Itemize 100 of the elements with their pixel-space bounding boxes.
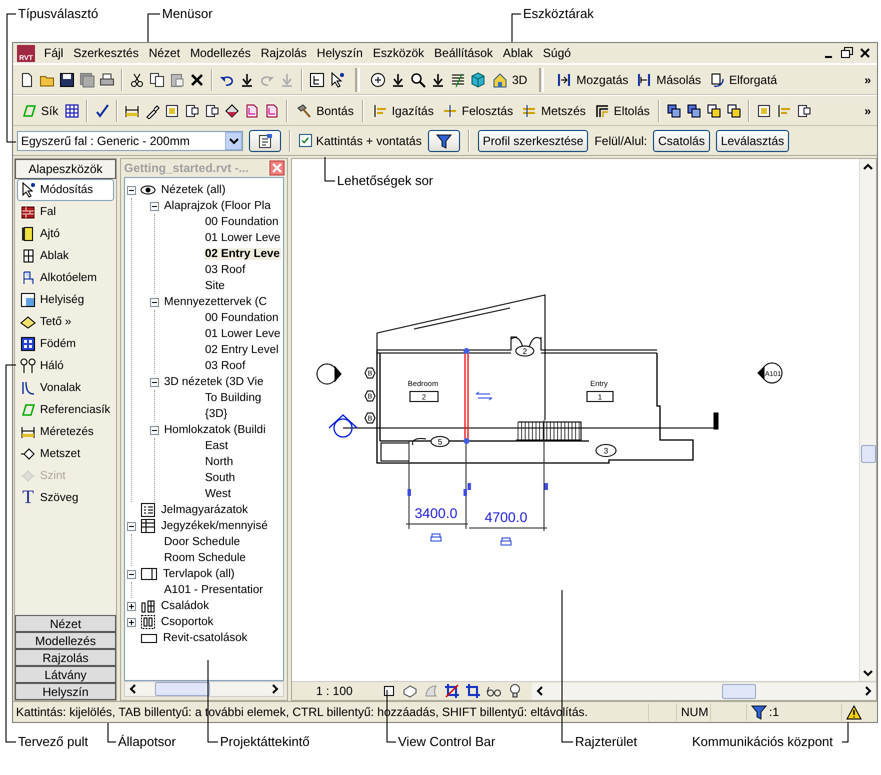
more-tools-button[interactable]: » [864, 72, 871, 86]
expand-toggle[interactable] [127, 570, 136, 578]
toolbar-button[interactable]: Mozgatás [554, 70, 630, 90]
more-tools-button[interactable]: » [864, 104, 871, 118]
menu-item[interactable]: Nézet [144, 44, 186, 62]
design-bar-tab[interactable]: Látvány [15, 666, 116, 683]
type-selector[interactable]: Egyszerű fal : Generic - 200mm [17, 130, 243, 150]
design-bar-item[interactable]: Alkotóelem [17, 267, 114, 289]
tool-icon[interactable] [756, 102, 772, 118]
toolbar-grip[interactable] [539, 68, 544, 92]
tree-item[interactable]: Jelmagyarázatok [160, 504, 249, 516]
dimension-value[interactable]: 3400.0 [414, 505, 458, 521]
magnifier-icon[interactable] [410, 72, 426, 88]
grid-icon[interactable] [64, 102, 80, 118]
design-bar-item[interactable]: Fal [17, 201, 114, 223]
floppy-disks-icon[interactable] [79, 72, 95, 88]
menu-item[interactable]: Súgó [538, 44, 576, 62]
design-bar-item[interactable]: Ablak [17, 245, 114, 267]
tool-icon[interactable] [164, 102, 180, 118]
menu-item[interactable]: Eszközök [368, 44, 430, 62]
tree-item[interactable]: 02 Entry Level [204, 344, 280, 356]
design-bar-item[interactable]: Ajtó [17, 223, 114, 245]
grid-head-icon[interactable] [328, 414, 358, 438]
tree-item[interactable]: 01 Lower Leve [204, 328, 282, 340]
dimension-value[interactable]: 4700.0 [484, 509, 528, 525]
attach-button[interactable]: Leválasztás [716, 130, 790, 152]
tree-item[interactable]: Site [204, 280, 226, 292]
tree-item[interactable]: Nézetek (all) [160, 184, 227, 196]
tool-icon[interactable] [184, 102, 200, 118]
clipboard-icon[interactable] [169, 72, 185, 88]
view-scale[interactable]: 1 : 100 [316, 684, 376, 698]
menu-item[interactable]: Rajzolás [256, 44, 312, 62]
lock-icon[interactable] [430, 534, 442, 542]
copy-icon[interactable] [149, 72, 165, 88]
tree-item[interactable]: Room Schedule [163, 552, 247, 564]
menu-item[interactable]: Modellezés [185, 44, 256, 62]
pointer-icon[interactable] [329, 72, 345, 88]
tree-item[interactable]: Tervlapok (all) [162, 568, 236, 580]
selected-wall[interactable] [464, 348, 470, 444]
tree-item[interactable]: North [204, 456, 234, 468]
menu-item[interactable]: Fájl [39, 44, 68, 62]
design-bar-item[interactable]: Referenciasík [17, 399, 114, 421]
menu-item[interactable]: Ablak [498, 44, 538, 62]
dimension-grip[interactable] [544, 483, 548, 490]
paint-bucket-icon[interactable] [224, 102, 240, 118]
tree-item[interactable]: 03 Roof [204, 264, 246, 276]
tree-item[interactable]: East [204, 440, 230, 452]
align-icon[interactable] [776, 102, 792, 118]
filter-button[interactable] [428, 130, 460, 152]
printer-icon[interactable] [99, 72, 115, 88]
list-icon[interactable] [450, 72, 466, 88]
toolbar-button[interactable]: Metszés [519, 100, 588, 120]
toolbar-button[interactable]: Elforgatá [707, 70, 780, 90]
tree-item[interactable]: Családok [160, 600, 210, 612]
design-bar-tab[interactable]: Modellezés [15, 632, 116, 649]
tree-item[interactable]: 02 Entry Leve [204, 248, 281, 260]
overlapping-squares-icon[interactable] [706, 102, 722, 118]
tree-item[interactable]: Door Schedule [163, 536, 242, 548]
flip-arrows-icon[interactable] [476, 392, 492, 400]
tree-item[interactable]: To Building [204, 392, 262, 404]
tree-item[interactable]: 3D nézetek (3D Vie [163, 376, 265, 388]
design-bar-tab[interactable]: Helyszín [15, 683, 116, 700]
tree-item[interactable]: 00 Foundation [204, 216, 280, 228]
toolbar-button[interactable]: Eltolás [592, 100, 652, 120]
toolbar-button[interactable]: Sík [19, 100, 60, 120]
dimension-grip[interactable] [408, 489, 411, 496]
overlapping-squares-icon[interactable] [666, 102, 682, 118]
crop-icon[interactable] [444, 683, 460, 699]
box-icon[interactable] [402, 683, 418, 699]
crop-region-icon[interactable] [465, 683, 481, 699]
checkmark-icon[interactable] [94, 102, 110, 118]
edit-profile-button[interactable]: Profil szerkesztése [478, 130, 588, 152]
expand-toggle[interactable] [127, 618, 136, 626]
tree-item[interactable]: 03 Roof [204, 360, 246, 372]
tree-item[interactable]: Revit-csatolások [162, 632, 248, 644]
tree-item[interactable]: Homlokzatok (Buildi [163, 424, 267, 436]
design-bar-header[interactable]: Alapeszközök [15, 159, 116, 179]
zoom-icon[interactable] [370, 72, 386, 88]
design-bar-item[interactable]: Helyiség [17, 289, 114, 311]
toolbar-button[interactable]: Másolás [634, 70, 704, 90]
document-icon[interactable] [19, 72, 35, 88]
expand-toggle[interactable] [127, 522, 136, 530]
eyedropper-icon[interactable] [144, 102, 160, 118]
cube-icon[interactable] [470, 72, 486, 88]
down-arrow-icon[interactable] [390, 72, 406, 88]
tree-item[interactable]: Mennyezettervek (C [163, 296, 268, 308]
scrollbar-thumb[interactable] [722, 684, 756, 698]
attach-button[interactable]: Csatolás [653, 130, 710, 152]
properties-button[interactable] [249, 130, 281, 152]
checkbox[interactable] [299, 134, 312, 147]
tree-item[interactable]: Csoportok [160, 616, 214, 628]
expand-toggle[interactable] [127, 602, 136, 610]
lightbulb-icon[interactable] [507, 683, 523, 699]
expand-toggle[interactable] [150, 378, 159, 386]
design-bar-item[interactable]: Metszet [17, 443, 114, 465]
tree-item[interactable]: Jegyzékek/mennyisé [160, 520, 269, 532]
overlapping-squares-icon[interactable] [686, 102, 702, 118]
warning-icon[interactable] [846, 704, 862, 720]
tool-icon[interactable] [264, 102, 280, 118]
overlapping-squares-icon[interactable] [726, 102, 742, 118]
